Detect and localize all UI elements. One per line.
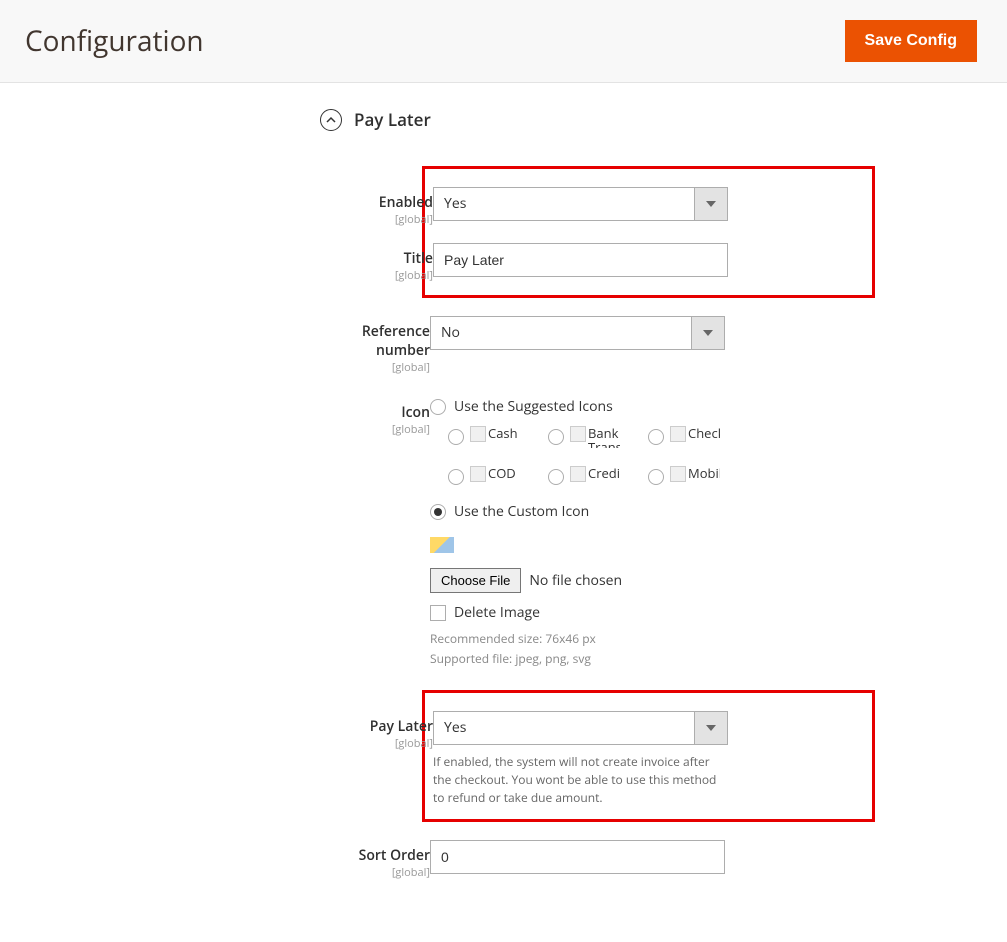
- icon-mobile: Mobile: [670, 466, 720, 488]
- title-scope: [global]: [318, 268, 433, 283]
- use-custom-radio[interactable]: [430, 504, 446, 520]
- section-title: Pay Later: [354, 108, 431, 131]
- page-title: Configuration: [25, 22, 204, 60]
- file-status: No file chosen: [529, 571, 622, 590]
- highlight-box-2: Pay Later [global] Yes If enabled, the s…: [422, 690, 875, 822]
- icon-label: Icon: [315, 403, 430, 422]
- title-input[interactable]: [433, 243, 728, 277]
- save-config-button[interactable]: Save Config: [845, 20, 977, 62]
- enabled-label: Enabled: [318, 193, 433, 212]
- icon-option-radio[interactable]: [548, 429, 564, 445]
- chevron-up-icon: [326, 115, 336, 125]
- icon-option-radio[interactable]: [648, 429, 664, 445]
- icon-option-radio[interactable]: [448, 429, 464, 445]
- reference-scope: [global]: [315, 360, 430, 375]
- highlight-box-1: Enabled [global] Yes Title [global]: [422, 166, 875, 298]
- use-suggested-radio[interactable]: [430, 399, 446, 415]
- icon-check: Check: [670, 426, 720, 448]
- use-custom-label: Use the Custom Icon: [454, 502, 589, 521]
- icon-option-radio[interactable]: [548, 469, 564, 485]
- icon-cash: Cash: [470, 426, 520, 448]
- custom-icon-preview: [430, 537, 454, 553]
- choose-file-button[interactable]: Choose File: [430, 568, 521, 593]
- sort-order-input[interactable]: [430, 840, 725, 874]
- paylater-scope: [global]: [318, 736, 433, 751]
- use-suggested-label: Use the Suggested Icons: [454, 397, 613, 416]
- icon-bank-transfer: Bank Transfer: [570, 426, 620, 448]
- icon-hint-type: Supported file: jpeg, png, svg: [430, 650, 867, 668]
- reference-select[interactable]: No: [430, 316, 725, 350]
- icon-option-radio[interactable]: [648, 469, 664, 485]
- paylater-field-label: Pay Later: [318, 717, 433, 736]
- icon-cod: COD: [470, 466, 520, 488]
- icon-option-radio[interactable]: [448, 469, 464, 485]
- delete-image-label: Delete Image: [454, 603, 540, 622]
- delete-image-checkbox[interactable]: [430, 605, 446, 621]
- reference-label: Reference number: [315, 322, 430, 360]
- enabled-select[interactable]: Yes: [433, 187, 728, 221]
- icon-credit: Credit: [570, 466, 620, 488]
- sort-label: Sort Order: [315, 846, 430, 865]
- sort-scope: [global]: [315, 865, 430, 880]
- icon-scope: [global]: [315, 422, 430, 437]
- icon-hint-size: Recommended size: 76x46 px: [430, 630, 867, 648]
- title-label: Title: [318, 249, 433, 268]
- paylater-note: If enabled, the system will not create i…: [433, 753, 728, 807]
- enabled-scope: [global]: [318, 212, 433, 227]
- section-collapse-toggle[interactable]: [320, 109, 342, 131]
- paylater-select[interactable]: Yes: [433, 711, 728, 745]
